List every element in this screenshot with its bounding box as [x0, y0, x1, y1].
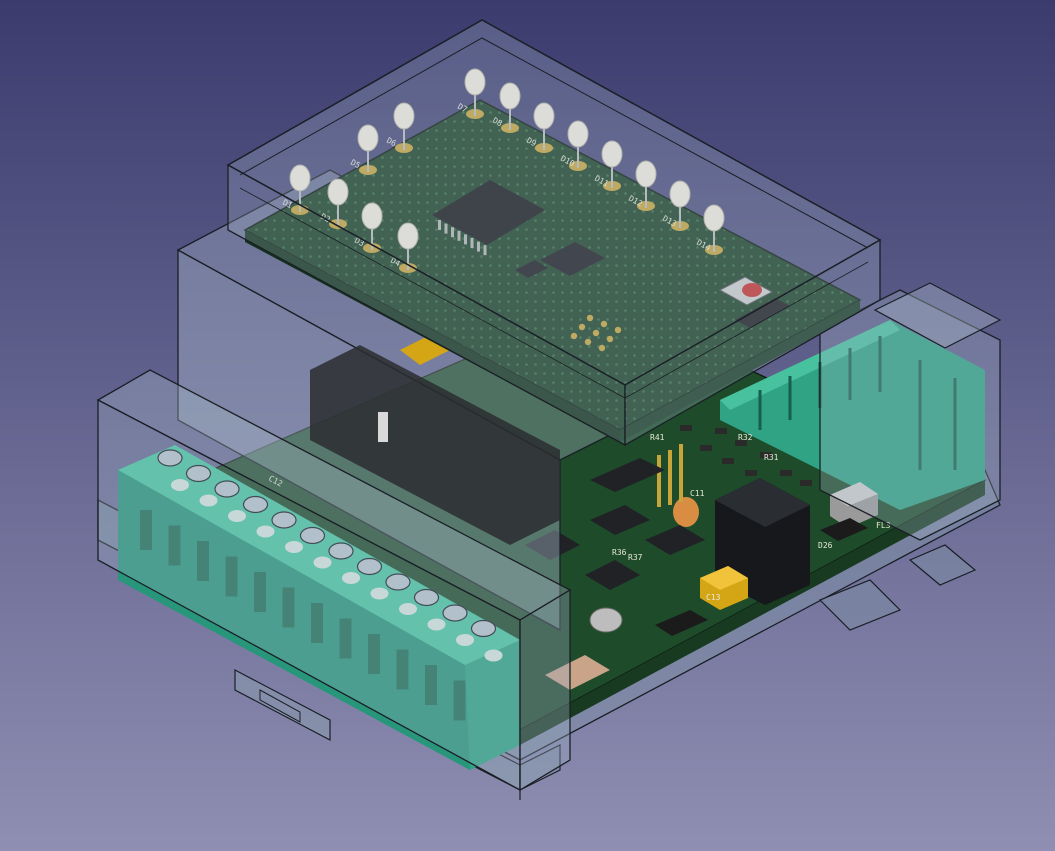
silk-r41: R41: [650, 433, 665, 442]
silk-c11: C11: [690, 489, 705, 498]
silk-r36: R36: [612, 548, 627, 557]
silk-d26: D26: [818, 541, 833, 550]
electrolytic-capacitor[interactable]: [589, 607, 623, 633]
silk-r31: R31: [764, 453, 779, 462]
right-housing[interactable]: [819, 282, 1002, 541]
cad-viewport[interactable]: C12 R36 R37 D26 FL3 C13 C11 R32 R31 R41: [0, 0, 1055, 851]
silk-c13: C13: [706, 593, 721, 602]
ceramic-capacitor[interactable]: [673, 497, 699, 527]
silk-r37: R37: [628, 553, 643, 562]
silk-r32: R32: [738, 433, 753, 442]
enclosure-3d-model: C12 R36 R37 D26 FL3 C13 C11 R32 R31 R41: [0, 0, 1055, 851]
